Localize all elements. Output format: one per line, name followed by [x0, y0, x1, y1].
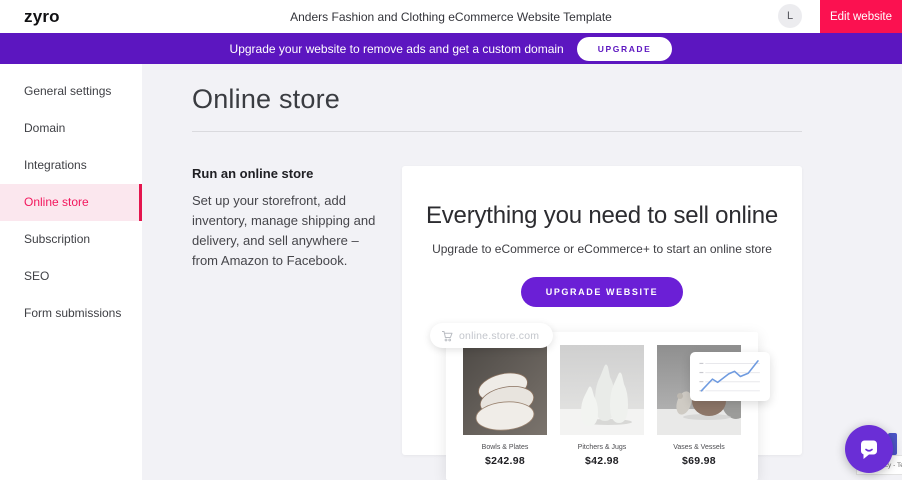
- product-name: Bowls & Plates: [463, 444, 547, 451]
- title-divider: [192, 131, 802, 132]
- upgrade-banner-text: Upgrade your website to remove ads and g…: [230, 42, 564, 56]
- upgrade-button[interactable]: UPGRADE: [577, 37, 673, 61]
- promo-subheading: Upgrade to eCommerce or eCommerce+ to st…: [402, 242, 802, 256]
- product-name: Vases & Vessels: [657, 444, 741, 451]
- bowls-product-image: [463, 345, 547, 435]
- sidebar-item-seo[interactable]: SEO: [0, 258, 142, 295]
- zyro-logo[interactable]: zyro: [24, 7, 60, 27]
- chat-button[interactable]: [845, 425, 893, 473]
- user-avatar[interactable]: L: [778, 4, 802, 28]
- pitchers-product-image: [560, 345, 644, 435]
- top-bar: zyro Anders Fashion and Clothing eCommer…: [0, 0, 902, 33]
- product-card: Bowls & Plates $242.98: [463, 345, 547, 467]
- sidebar-item-integrations[interactable]: Integrations: [0, 147, 142, 184]
- page-title: Online store: [192, 84, 802, 115]
- sidebar-item-online-store[interactable]: Online store: [0, 184, 142, 221]
- product-price: $69.98: [657, 455, 741, 467]
- edit-website-button[interactable]: Edit website: [820, 0, 902, 33]
- sidebar-item-subscription[interactable]: Subscription: [0, 221, 142, 258]
- sidebar-item-form-submissions[interactable]: Form submissions: [0, 295, 142, 332]
- upgrade-banner: Upgrade your website to remove ads and g…: [0, 33, 902, 64]
- line-chart-icon: [695, 357, 765, 396]
- sales-mini-chart: [690, 352, 770, 401]
- intro-description: Set up your storefront, add inventory, m…: [192, 191, 382, 271]
- chat-bubble-icon: [856, 436, 882, 462]
- sidebar-item-general-settings[interactable]: General settings: [0, 73, 142, 110]
- product-price: $242.98: [463, 455, 547, 467]
- intro-heading: Run an online store: [192, 166, 382, 181]
- product-name: Pitchers & Jugs: [560, 444, 644, 451]
- intro-column: Run an online store Set up your storefro…: [192, 166, 402, 271]
- product-price: $42.98: [560, 455, 644, 467]
- ecommerce-promo-card: Everything you need to sell online Upgra…: [402, 166, 802, 455]
- store-url-pill: online.store.com: [430, 323, 553, 348]
- cart-icon: [441, 330, 453, 342]
- store-url-text: online.store.com: [459, 330, 539, 342]
- promo-heading: Everything you need to sell online: [402, 202, 802, 230]
- site-template-title: Anders Fashion and Clothing eCommerce We…: [290, 10, 612, 24]
- upgrade-website-button[interactable]: UPGRADE WEBSITE: [521, 277, 684, 307]
- product-card: Pitchers & Jugs $42.98: [560, 345, 644, 467]
- sidebar-item-domain[interactable]: Domain: [0, 110, 142, 147]
- online-store-page: Online store Run an online store Set up …: [142, 64, 902, 480]
- settings-sidebar: General settings Domain Integrations Onl…: [0, 64, 142, 480]
